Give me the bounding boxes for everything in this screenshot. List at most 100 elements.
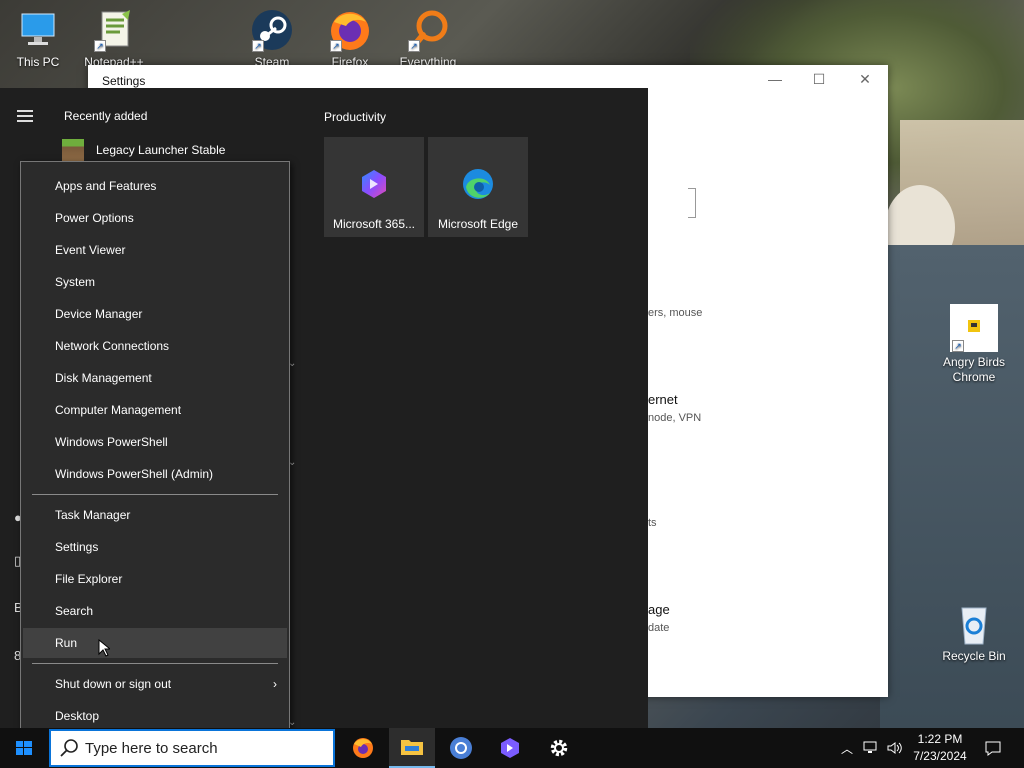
menu-item-label: Shut down or sign out — [55, 677, 172, 691]
microsoft-365-icon — [501, 738, 519, 758]
menu-item-label: Desktop — [55, 709, 100, 723]
file-explorer-icon — [401, 740, 423, 755]
windows-logo-icon — [16, 741, 32, 755]
show-hidden-icons-chevron-up-icon[interactable]: ︿ — [838, 728, 856, 768]
menu-item-label: Event Viewer — [55, 243, 126, 257]
menu-item-label: File Explorer — [55, 572, 123, 586]
menu-item-windows-powershell[interactable]: Windows PowerShell — [23, 427, 287, 457]
menu-item-label: Windows PowerShell (Admin) — [55, 467, 214, 481]
desktop-icon-everything[interactable]: ↗ Everything — [392, 8, 464, 66]
shortcut-arrow-icon: ↗ — [252, 40, 264, 52]
menu-item-label: Computer Management — [55, 403, 182, 417]
taskbar-microsoft-365[interactable] — [487, 728, 533, 768]
menu-item-device-manager[interactable]: Device Manager — [23, 299, 287, 329]
menu-item-disk-management[interactable]: Disk Management — [23, 363, 287, 393]
menu-item-label: Settings — [55, 540, 99, 554]
recently-added-heading: Recently added — [64, 109, 148, 123]
clock-time: 1:22 PM — [917, 732, 963, 746]
settings-category-title: ernet — [648, 392, 678, 407]
clock-date: 7/23/2024 — [913, 749, 967, 763]
menu-item-desktop[interactable]: Desktop — [23, 701, 287, 731]
settings-gear-icon — [550, 739, 568, 757]
mouse-cursor-icon — [98, 639, 110, 657]
start-button[interactable] — [0, 728, 48, 768]
menu-item-settings[interactable]: Settings — [23, 532, 287, 562]
settings-category-desc: ts — [648, 517, 657, 529]
taskbar: ︿ 1:22 PM 7/23/2024 — [0, 728, 1024, 768]
menu-item-label: Task Manager — [55, 508, 131, 522]
close-button[interactable]: ✕ — [850, 71, 880, 91]
menu-item-shut-down-or-sign-out[interactable]: Shut down or sign out › — [23, 669, 287, 699]
menu-item-computer-management[interactable]: Computer Management — [23, 395, 287, 425]
menu-item-windows-powershell-admin[interactable]: Windows PowerShell (Admin) — [23, 459, 287, 489]
menu-item-label: Power Options — [55, 211, 134, 225]
taskbar-settings[interactable] — [536, 728, 582, 768]
tile-microsoft-365[interactable]: Microsoft 365... — [324, 137, 424, 237]
desktop-icon-label: Angry Birds Chrome — [942, 355, 1006, 384]
notifications-icon[interactable] — [978, 728, 1008, 768]
menu-item-system[interactable]: System — [23, 267, 287, 297]
tile-label: Microsoft Edge — [437, 217, 519, 231]
minimize-button[interactable]: — — [760, 71, 790, 91]
desktop-icon-this-pc[interactable]: This PC — [2, 8, 74, 70]
shortcut-arrow-icon: ↗ — [952, 340, 964, 352]
menu-item-label: System — [55, 275, 96, 289]
desktop-icon-steam[interactable]: ↗ Steam — [236, 8, 308, 66]
menu-item-label: Search — [55, 604, 94, 618]
shortcut-arrow-icon: ↗ — [94, 40, 106, 52]
taskbar-clock[interactable]: 1:22 PM 7/23/2024 — [905, 731, 975, 765]
taskbar-firefox[interactable] — [340, 728, 386, 768]
menu-item-label: Run — [55, 636, 78, 650]
everything-search-icon: ↗ — [406, 8, 450, 52]
search-input[interactable] — [85, 739, 315, 757]
menu-item-label: Apps and Features — [55, 179, 157, 193]
hamburger-menu-icon[interactable] — [17, 110, 33, 122]
desktop-icon-firefox[interactable]: ↗ Firefox — [314, 8, 386, 66]
shortcut-arrow-icon: ↗ — [330, 40, 342, 52]
menu-item-power-options[interactable]: Power Options — [23, 203, 287, 233]
desktop-icon-label: Recycle Bin — [942, 649, 1006, 663]
menu-item-file-explorer[interactable]: File Explorer — [23, 564, 287, 594]
firefox-icon — [353, 738, 373, 758]
computer-icon — [16, 8, 60, 52]
menu-item-label: Windows PowerShell — [55, 435, 168, 449]
settings-category-desc: node, VPN — [648, 412, 702, 424]
firefox-icon: ↗ — [328, 8, 372, 52]
network-icon[interactable] — [860, 728, 882, 768]
settings-search-box-edge — [688, 188, 696, 218]
shortcut-arrow-icon: ↗ — [408, 40, 420, 52]
taskbar-search-box[interactable] — [49, 729, 335, 767]
menu-item-label: Device Manager — [55, 307, 143, 321]
menu-item-event-viewer[interactable]: Event Viewer — [23, 235, 287, 265]
desktop-icon-notepad-plus-plus[interactable]: ↗ Notepad++ — [78, 8, 150, 66]
menu-item-run[interactable]: Run — [23, 628, 287, 658]
tile-microsoft-edge[interactable]: Microsoft Edge — [428, 137, 528, 237]
steam-icon: ↗ — [250, 8, 294, 52]
edge-icon — [461, 167, 495, 201]
desktop-icon-angry-birds-chrome[interactable]: ↗ Angry Birds Chrome — [938, 304, 1010, 385]
menu-item-apps-and-features[interactable]: Apps and Features — [23, 171, 287, 201]
settings-category-desc: date — [648, 622, 670, 634]
window-title: Settings — [102, 74, 146, 88]
taskbar-chrome[interactable] — [438, 728, 484, 768]
recent-app-label: Legacy Launcher Stable — [96, 143, 226, 157]
menu-item-search[interactable]: Search — [23, 596, 287, 626]
microsoft-365-icon — [357, 167, 391, 201]
desktop-icon-recycle-bin[interactable]: Recycle Bin — [938, 602, 1010, 664]
menu-item-label: Disk Management — [55, 371, 152, 385]
search-icon — [60, 739, 78, 757]
maximize-button[interactable]: ☐ — [804, 71, 834, 91]
recent-app-legacy-launcher[interactable]: Legacy Launcher Stable — [62, 139, 225, 161]
productivity-heading: Productivity — [324, 110, 387, 124]
taskbar-file-explorer[interactable] — [389, 728, 435, 768]
volume-icon[interactable] — [884, 728, 906, 768]
power-user-menu[interactable]: Apps and Features Power Options Event Vi… — [20, 161, 290, 741]
menu-item-task-manager[interactable]: Task Manager — [23, 500, 287, 530]
chevron-right-icon: › — [273, 677, 277, 691]
menu-item-network-connections[interactable]: Network Connections — [23, 331, 287, 361]
settings-category-title: age — [648, 602, 670, 617]
menu-item-label: Network Connections — [55, 339, 170, 353]
desktop-icon-label: This PC — [16, 55, 60, 69]
chrome-icon — [450, 737, 472, 759]
notepad-plus-plus-icon: ↗ — [92, 8, 136, 52]
